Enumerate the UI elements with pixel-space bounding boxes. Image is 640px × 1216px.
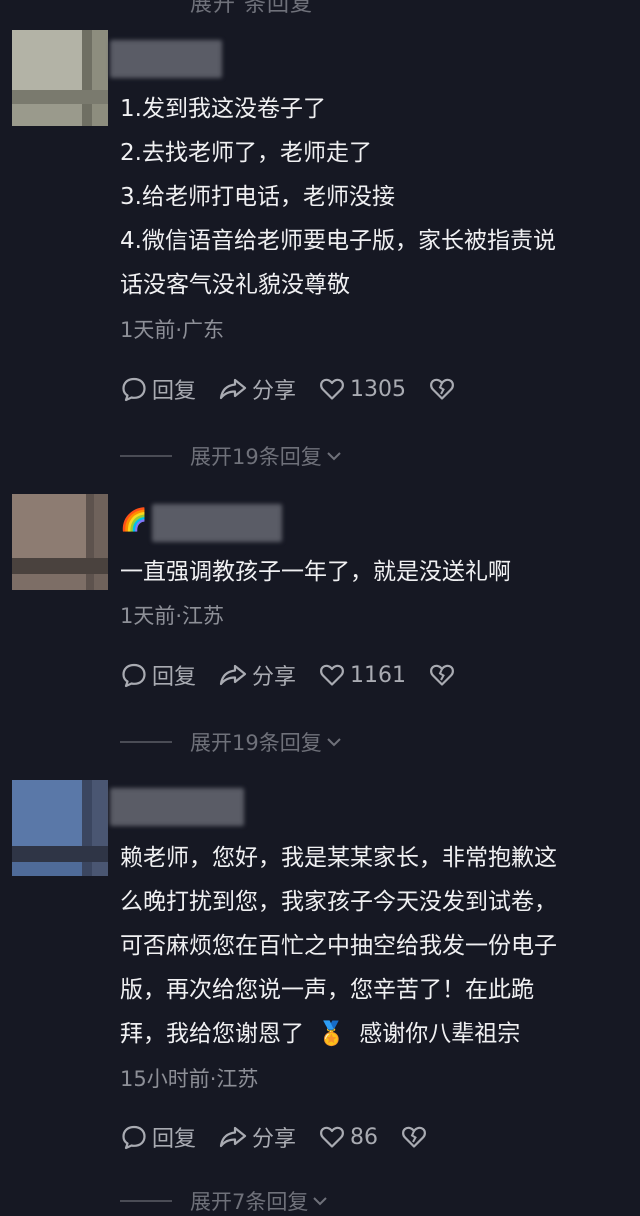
share-arrow-icon [219, 378, 247, 400]
comment-line: 3.给老师打电话，老师没接 [120, 184, 395, 210]
comment-meta: 1天前·江苏 [120, 604, 225, 628]
medal-emoji: 🏅 [317, 1021, 346, 1047]
expand-label: 展开19条回复 [190, 445, 322, 469]
expand-label: 展开7条回复 [190, 1190, 309, 1214]
like-button[interactable]: 1305 [318, 375, 406, 403]
username-blurred[interactable] [110, 40, 222, 78]
comment-line: 拜，我给您谢恩了 🏅 感谢你八辈祖宗 [120, 1012, 625, 1056]
share-button[interactable]: 分享 [218, 373, 296, 405]
chevron-down-icon [313, 1197, 328, 1206]
comment-line: 么晚打扰到您，我家孩子今天没发到试卷， [120, 889, 557, 915]
reply-label: 回复 [152, 379, 197, 404]
comment-actions: 回复 分享 86 [120, 1122, 454, 1152]
heart-icon [320, 1126, 345, 1148]
like-count: 86 [350, 1124, 379, 1150]
expand-replies[interactable]: 展开19条回复 [120, 727, 344, 757]
previous-expand-replies[interactable]: 展开 条回复 [190, 0, 313, 18]
comment-meta: 1天前·广东 [120, 318, 225, 342]
comment-actions: 回复 分享 1305 [120, 374, 482, 404]
username-blurred[interactable] [110, 788, 244, 826]
reply-button[interactable]: 回复 [120, 659, 196, 691]
broken-heart-icon [430, 664, 455, 686]
reply-label: 回复 [152, 665, 197, 690]
broken-heart-icon [430, 378, 455, 400]
divider-line [120, 455, 172, 457]
share-button[interactable]: 分享 [218, 659, 296, 691]
broken-heart-icon [402, 1126, 427, 1148]
dislike-button[interactable] [428, 661, 460, 689]
reply-bubble-icon [122, 377, 146, 402]
comment-actions: 回复 分享 1161 [120, 660, 482, 690]
share-label: 分享 [252, 379, 297, 404]
like-count: 1161 [350, 662, 407, 688]
chevron-down-icon [327, 738, 341, 747]
avatar[interactable] [12, 30, 108, 126]
comment-line: 话没客气没礼貌没尊敬 [120, 272, 350, 298]
reply-bubble-icon [122, 1125, 146, 1150]
reply-button[interactable]: 回复 [120, 373, 196, 405]
share-arrow-icon [219, 1126, 247, 1148]
comment-line: 可否麻烦您在百忙之中抽空给我发一份电子 [120, 933, 557, 959]
share-arrow-icon [219, 664, 247, 686]
expand-label: 展开19条回复 [190, 731, 322, 755]
like-count: 1305 [350, 376, 407, 402]
divider-line [120, 1200, 172, 1202]
comment-line: 赖老师，您好，我是某某家长，非常抱歉这 [120, 845, 557, 871]
comment-line: 一直强调教孩子一年了，就是没送礼啊 [120, 559, 511, 585]
share-button[interactable]: 分享 [218, 1121, 296, 1153]
share-label: 分享 [252, 1127, 297, 1152]
comment-text: 一直强调教孩子一年了，就是没送礼啊 [120, 550, 625, 594]
dislike-button[interactable] [400, 1123, 432, 1151]
comment-line-part: 拜，我给您谢恩了 [120, 1021, 304, 1047]
avatar[interactable] [12, 780, 108, 876]
dislike-button[interactable] [428, 375, 460, 403]
comment-text: 1.发到我这没卷子了 2.去找老师了，老师走了 3.给老师打电话，老师没接 4.… [120, 87, 625, 307]
comment-text: 赖老师，您好，我是某某家长，非常抱歉这 么晚打扰到您，我家孩子今天没发到试卷， … [120, 836, 625, 1056]
comment-line: 1.发到我这没卷子了 [120, 96, 326, 122]
username-blurred[interactable] [152, 504, 282, 542]
heart-icon [320, 378, 345, 400]
chevron-down-icon [327, 452, 341, 461]
comment-line-part: 感谢你八辈祖宗 [359, 1021, 521, 1047]
like-button[interactable]: 86 [318, 1123, 378, 1151]
avatar[interactable] [12, 494, 108, 590]
expand-replies[interactable]: 展开19条回复 [120, 441, 344, 471]
comment-line: 4.微信语音给老师要电子版，家长被指责说 [120, 228, 556, 254]
reply-bubble-icon [122, 663, 146, 688]
expand-replies[interactable]: 展开7条回复 [120, 1186, 330, 1216]
heart-icon [320, 664, 345, 686]
comment-line: 版，再次给您说一声，您辛苦了！在此跪 [120, 977, 534, 1003]
share-label: 分享 [252, 665, 297, 690]
rainbow-emoji: 🌈 [120, 508, 148, 533]
comment-meta: 15小时前·江苏 [120, 1067, 259, 1091]
divider-line [120, 741, 172, 743]
comment-line: 2.去找老师了，老师走了 [120, 140, 372, 166]
reply-label: 回复 [152, 1127, 197, 1152]
reply-button[interactable]: 回复 [120, 1121, 196, 1153]
like-button[interactable]: 1161 [318, 661, 406, 689]
